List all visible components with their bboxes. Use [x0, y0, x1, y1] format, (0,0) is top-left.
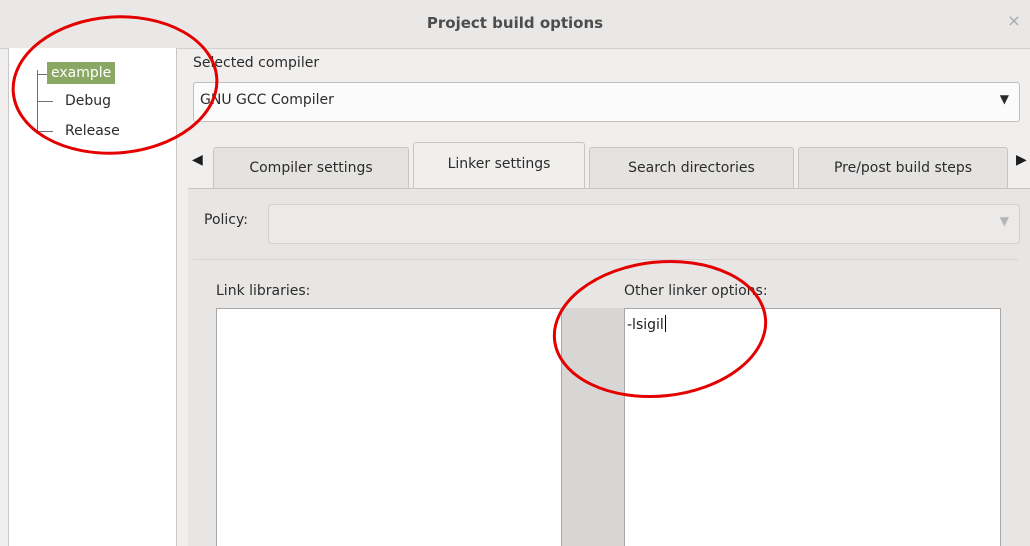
triangle-left-icon[interactable]: ◀	[192, 152, 203, 168]
tree-connector	[37, 101, 53, 102]
tab-compiler-settings[interactable]: Compiler settings	[213, 147, 409, 188]
chevron-down-icon: ▼	[999, 214, 1009, 228]
divider	[193, 259, 1018, 260]
tree-connector	[37, 131, 53, 132]
target-tree[interactable]: example Debug Release	[8, 48, 177, 546]
pane-splitter[interactable]	[562, 308, 624, 546]
text-caret	[664, 315, 666, 332]
policy-dropdown[interactable]: ▼	[268, 204, 1020, 244]
tab-search-directories[interactable]: Search directories	[589, 147, 794, 188]
compiler-dropdown-value: GNU GCC Compiler	[200, 92, 334, 108]
other-linker-options-label: Other linker options:	[624, 283, 768, 299]
dialog-title: Project build options	[426, 14, 604, 32]
project-build-options-dialog: Project build options × example Debug Re…	[0, 0, 1030, 546]
tree-item-release[interactable]: Release	[61, 120, 124, 142]
policy-label: Policy:	[204, 212, 248, 228]
other-linker-options-textarea[interactable]: -lsigil	[624, 308, 1001, 546]
tab-pre-post-build-steps[interactable]: Pre/post build steps	[798, 147, 1008, 188]
tab-strip: ◀ Compiler settings Linker settings Sear…	[188, 140, 1030, 189]
link-libraries-list[interactable]	[216, 308, 562, 546]
tree-item-debug[interactable]: Debug	[61, 90, 115, 112]
selected-compiler-label: Selected compiler	[193, 55, 320, 71]
close-icon[interactable]: ×	[1006, 13, 1022, 29]
link-libraries-label: Link libraries:	[216, 283, 311, 299]
other-linker-options-value: -lsigil	[627, 317, 664, 333]
tree-item-example[interactable]: example	[47, 62, 116, 84]
tab-linker-settings[interactable]: Linker settings	[413, 142, 585, 189]
chevron-down-icon: ▼	[999, 92, 1009, 106]
title-bar[interactable]: Project build options ×	[0, 0, 1030, 49]
triangle-right-icon[interactable]: ▶	[1016, 152, 1027, 168]
compiler-dropdown[interactable]: GNU GCC Compiler ▼	[193, 82, 1020, 122]
